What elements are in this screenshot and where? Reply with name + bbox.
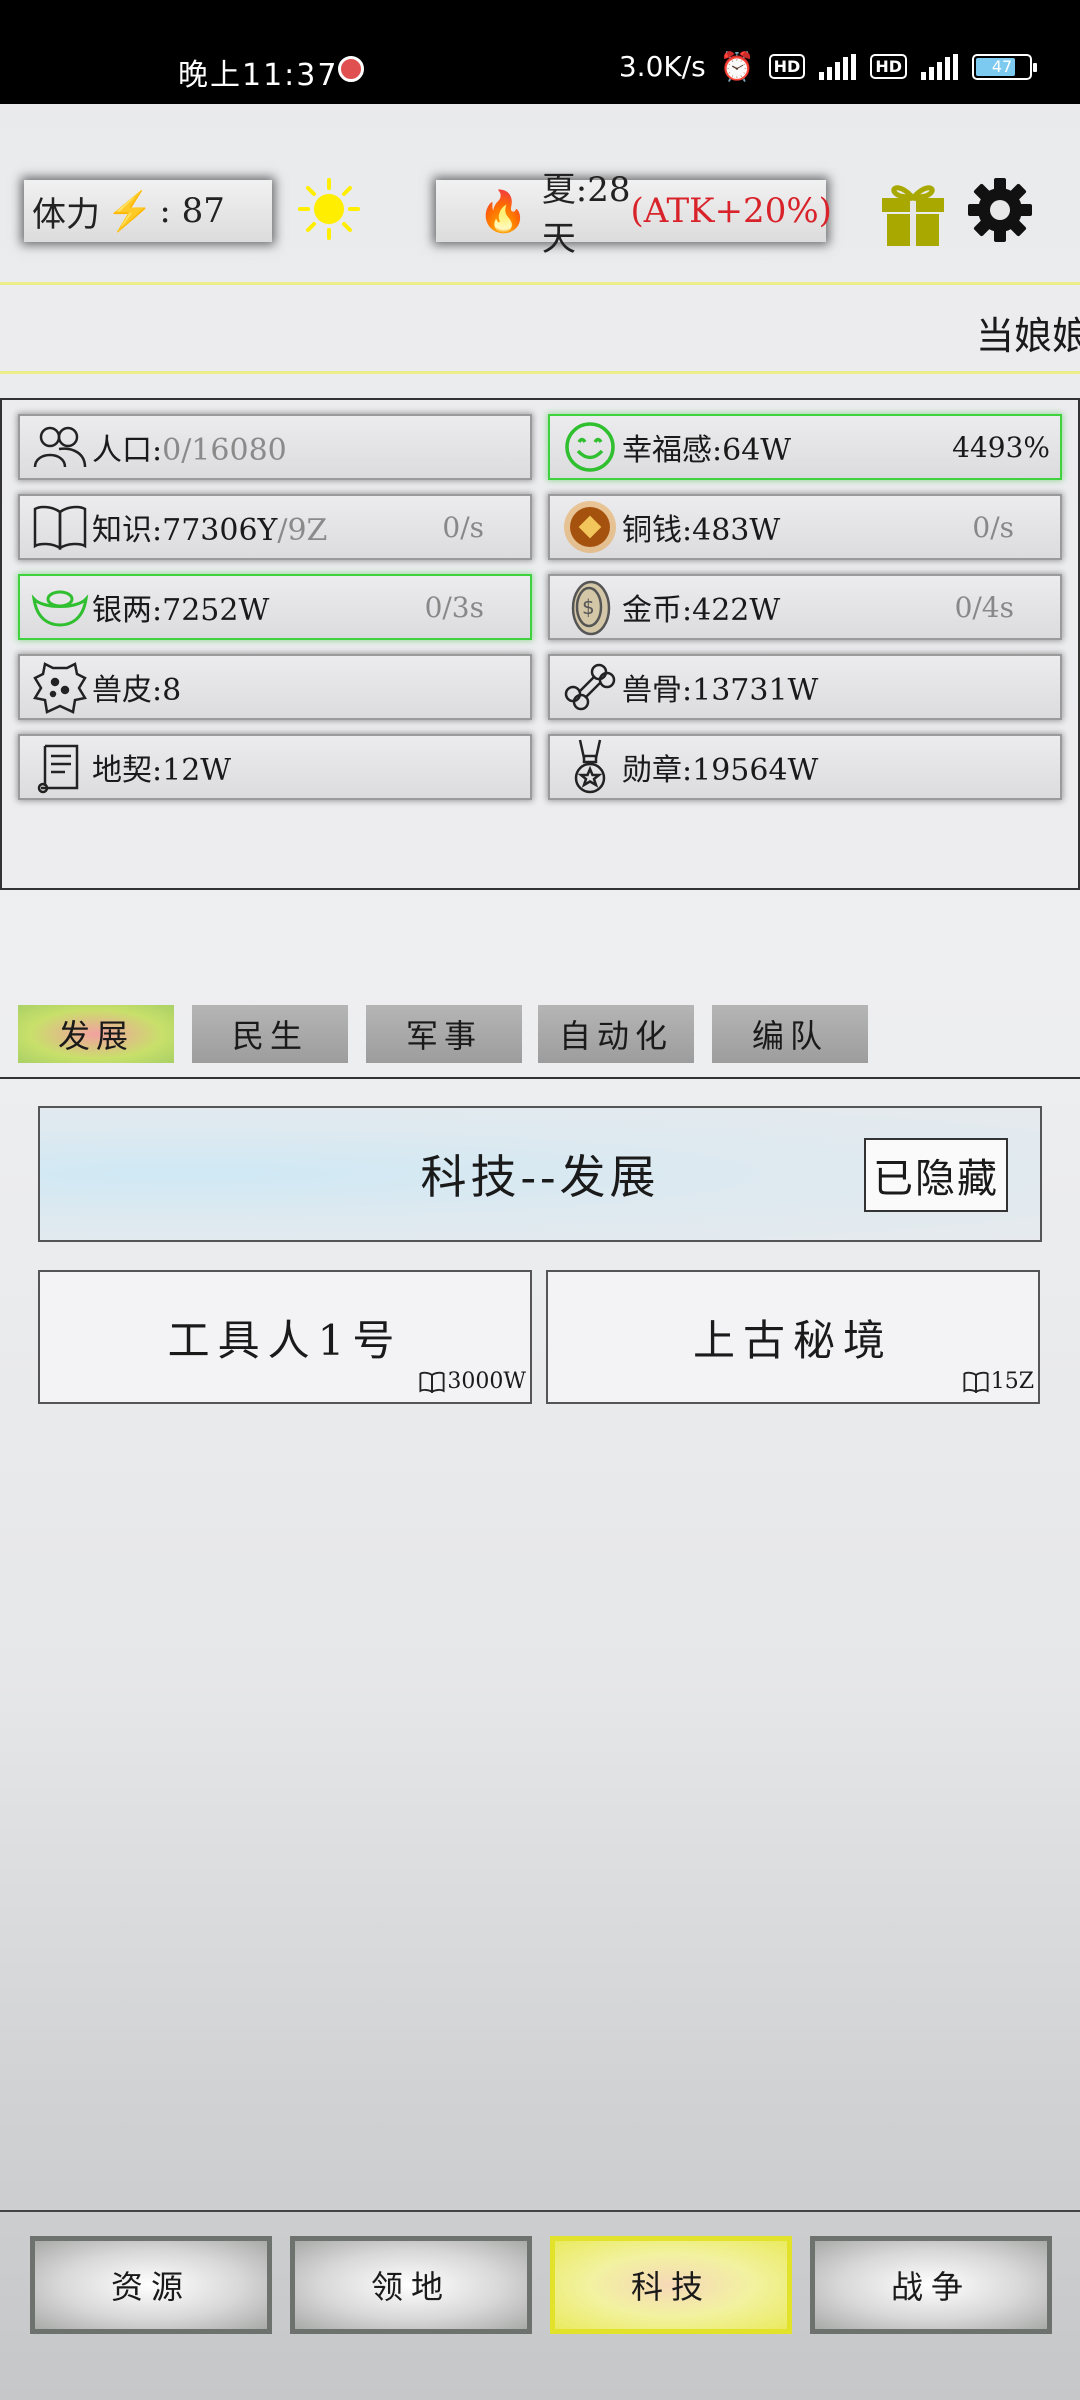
bottom-divider [0,2210,1080,2212]
hide-label: 兽皮: [92,673,163,708]
people-icon [30,417,90,477]
season-display[interactable]: 🔥 夏:28天 (ATK+20%) [436,170,832,259]
gear-icon[interactable] [966,176,1034,244]
hd-icon-2: HD [870,54,907,79]
stamina-label: 体力 [32,194,100,235]
resource-medal[interactable]: 勋章:19564W [548,734,1062,800]
knowledge-max: /9Z [277,513,328,548]
medal-value: 19564W [692,753,819,788]
deed-value: 12W [162,753,232,788]
flame-icon: 🔥 [478,188,528,235]
signal-icon [819,53,857,80]
signal-icon-2 [921,53,958,80]
alarm-icon: ⏰ [719,50,755,83]
tab-formation[interactable]: 编队 [712,1005,868,1063]
lightning-icon: ⚡ [106,188,154,233]
resource-deed[interactable]: 地契:12W [18,734,532,800]
net-speed: 3.0K/s [618,50,706,83]
nav-technology[interactable]: 科技 [550,2236,792,2334]
happiness-percent: 4493% [952,430,1050,464]
copper-coin-icon [560,497,620,557]
copper-rate: 0/s [972,510,1014,544]
app-notification-icon [338,56,364,82]
population-label: 人口: [92,433,163,468]
hide-value: 8 [162,673,182,708]
scroll-icon [30,737,90,797]
hd-icon: HD [768,54,806,79]
content-divider [0,1077,1080,1079]
battery-icon: 47 [972,53,1037,80]
happiness-value: 64W [722,433,792,468]
book-icon [30,497,90,557]
resource-knowledge[interactable]: 知识:77306Y/9Z 0/s [18,494,532,560]
tech-card-name: 上古秘境 [692,1315,893,1365]
bone-value: 13731W [692,673,819,708]
gold-label: 金币: [622,593,693,628]
happiness-label: 幸福感: [622,433,723,468]
tech-card-cost: 3000W [419,1369,526,1394]
population-value: 0 [162,433,182,468]
tech-card-cost: 15Z [963,1369,1034,1394]
knowledge-value: 77306Y [162,513,278,548]
book-icon [419,1371,445,1393]
status-icons: 3.0K/s ⏰ HD HD 47 [618,50,1037,83]
resource-gold[interactable]: $ 金币:422W 0/4s [548,574,1062,640]
tab-development[interactable]: 发展 [18,1005,174,1063]
gift-icon[interactable] [878,176,948,248]
nav-resources[interactable]: 资源 [30,2236,272,2334]
tab-livelihood[interactable]: 民生 [192,1005,348,1063]
silver-value: 7252W [162,593,270,628]
bone-icon [560,657,620,717]
medal-label: 勋章: [622,753,693,788]
silver-label: 银两: [92,593,163,628]
marquee-text: 当娘娘 [976,314,1080,358]
gold-coin-icon: $ [560,577,620,637]
knowledge-label: 知识: [92,513,163,548]
resource-hide[interactable]: 兽皮:8 [18,654,532,720]
copper-label: 铜钱: [622,513,693,548]
silver-ingot-icon [30,577,90,637]
svg-text:$: $ [582,595,595,619]
bone-label: 兽骨: [622,673,693,708]
resource-bone[interactable]: 兽骨:13731W [548,654,1062,720]
announcement-marquee: 当娘娘 [0,282,1080,374]
resource-happiness[interactable]: 幸福感:64W 4493% [548,414,1062,480]
deed-label: 地契: [92,753,163,788]
season-bonus: (ATK+20%) [630,191,832,231]
resource-copper[interactable]: 铜钱:483W 0/s [548,494,1062,560]
resource-silver[interactable]: 银两:7252W 0/3s [18,574,532,640]
stamina-value: : 87 [159,191,225,231]
status-time: 晚上11:37 [178,58,339,93]
resource-panel: 人口:0/16080 幸福感:64W 4493% 知识:77306Y/9Z 0/… [0,398,1080,890]
resource-population[interactable]: 人口:0/16080 [18,414,532,480]
animal-hide-icon [30,657,90,717]
book-icon [963,1371,989,1393]
hidden-toggle-button[interactable]: 已隐藏 [864,1138,1008,1212]
nav-territory[interactable]: 领地 [290,2236,532,2334]
tech-card-name: 工具人1号 [167,1315,403,1365]
nav-war[interactable]: 战争 [810,2236,1052,2334]
sun-icon[interactable] [298,178,360,240]
status-bar: 晚上11:37 3.0K/s ⏰ HD HD 47 [0,0,1080,104]
population-max: /16080 [181,433,287,468]
section-header: 科技--发展 已隐藏 [38,1106,1042,1242]
gold-value: 422W [692,593,781,628]
tech-card[interactable]: 上古秘境 15Z [546,1270,1040,1404]
medal-icon [560,737,620,797]
gold-rate: 0/4s [954,590,1014,624]
silver-rate: 0/3s [424,590,484,624]
section-title: 科技--发展 [420,1150,660,1204]
knowledge-rate: 0/s [442,510,484,544]
tab-military[interactable]: 军事 [366,1005,522,1063]
tab-automation[interactable]: 自动化 [538,1005,694,1063]
smile-icon [560,417,620,477]
tech-card[interactable]: 工具人1号 3000W [38,1270,532,1404]
stamina-display[interactable]: 体力 ⚡ : 87 [24,180,272,242]
season-text: 夏:28天 [541,170,631,259]
copper-value: 483W [692,513,781,548]
